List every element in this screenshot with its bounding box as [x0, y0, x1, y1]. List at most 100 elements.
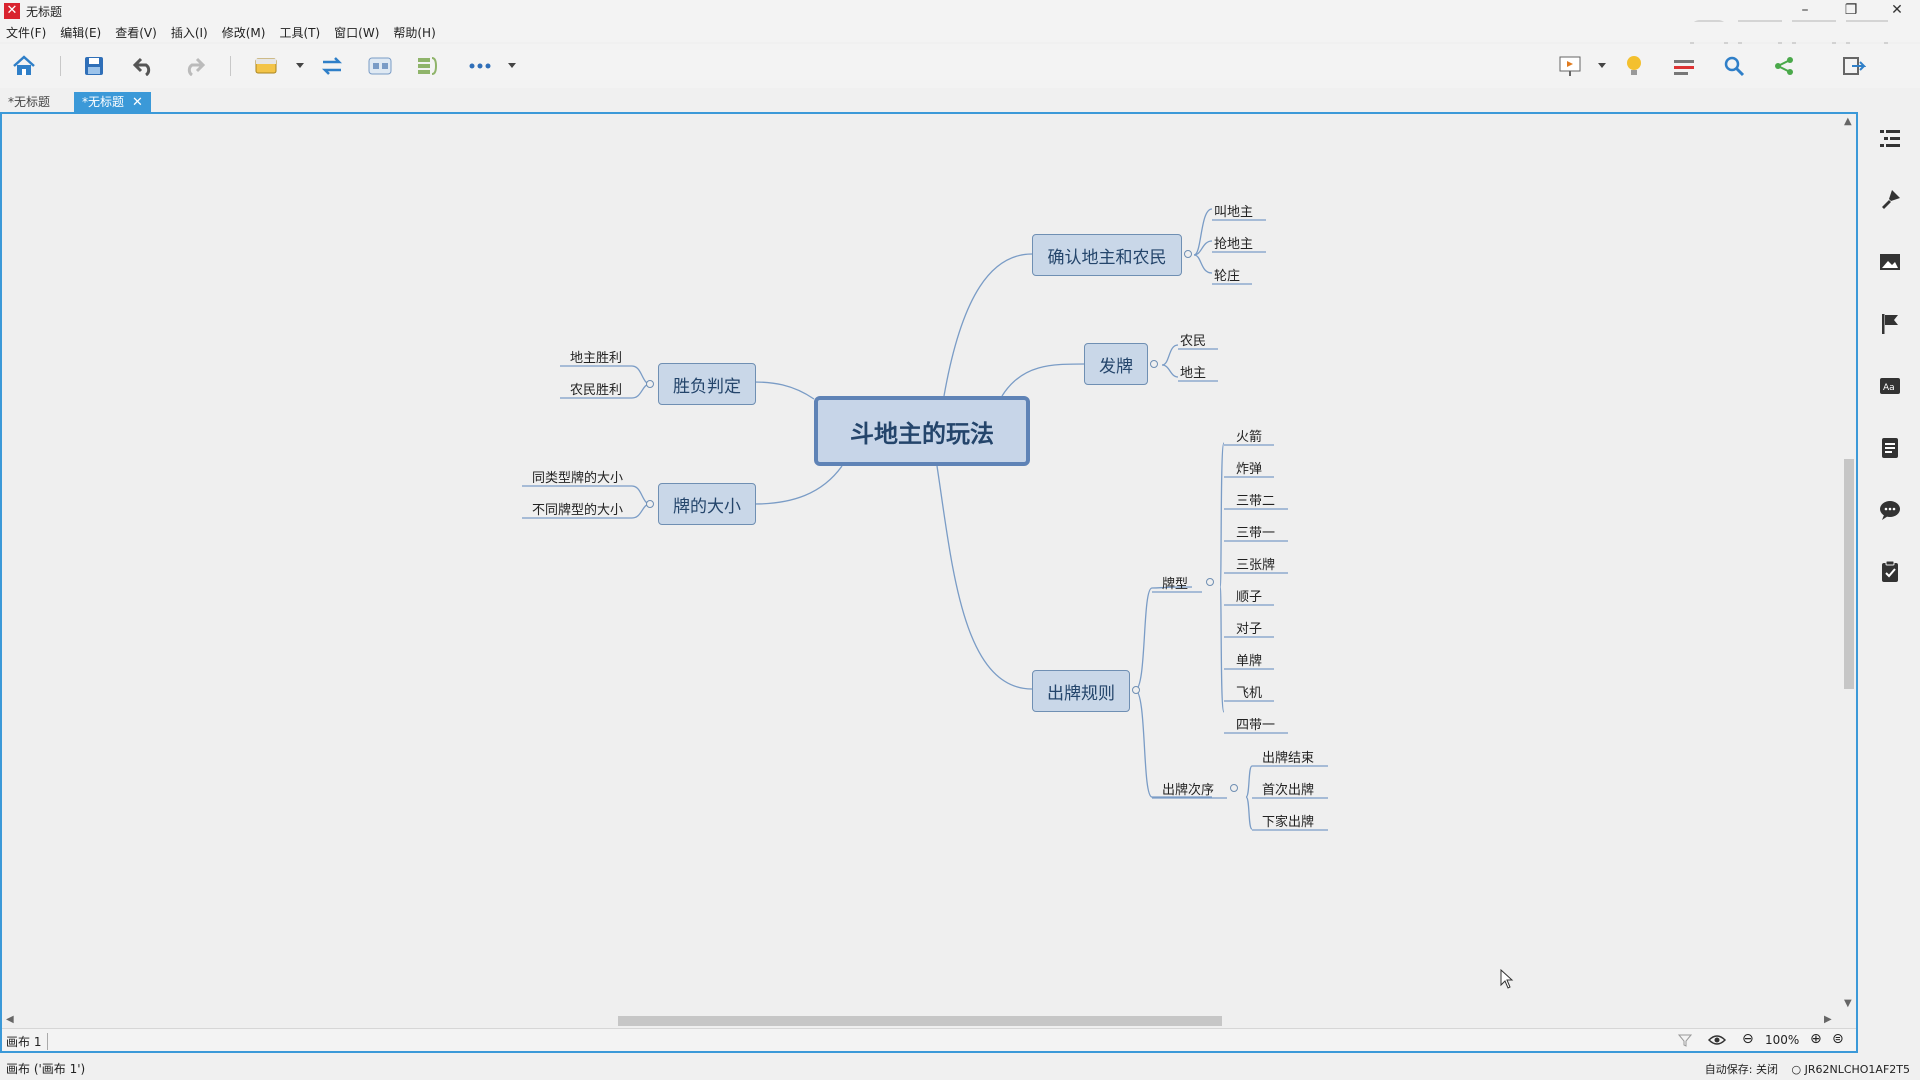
mindmap-connectors	[522, 208, 1328, 831]
zoom-out-icon[interactable]: ⊖	[1742, 1031, 1754, 1047]
vertical-scrollbar[interactable]: ▲ ▼	[1842, 114, 1856, 1012]
outline-list-icon[interactable]	[1878, 126, 1902, 150]
autosave-status[interactable]: 自动保存: 关闭	[1705, 1063, 1778, 1076]
card-type-three-with-two[interactable]: 三带二	[1236, 490, 1275, 509]
topic-icon[interactable]	[252, 52, 280, 80]
outline-view-icon[interactable]	[1670, 52, 1698, 80]
order-first-play[interactable]: 首次出牌	[1262, 779, 1314, 798]
collapse-toggle[interactable]	[1230, 784, 1238, 792]
card-type-single[interactable]: 单牌	[1236, 650, 1262, 669]
scroll-down-arrow-icon[interactable]: ▼	[1844, 998, 1852, 1009]
menu-bar: 文件(F) 编辑(E) 查看(V) 插入(I) 修改(M) 工具(T) 窗口(W…	[0, 22, 1920, 42]
comment-icon[interactable]	[1878, 498, 1902, 522]
menu-insert[interactable]: 插入(I)	[171, 24, 208, 41]
horizontal-scrollbar[interactable]: ◀ ▶	[2, 1012, 1842, 1028]
subtopic-card-types[interactable]: 牌型	[1162, 573, 1188, 592]
subtopic-grab-landlord[interactable]: 抢地主	[1214, 233, 1253, 252]
subtopic-call-landlord[interactable]: 叫地主	[1214, 201, 1253, 220]
scroll-right-arrow-icon[interactable]: ▶	[1824, 1014, 1832, 1025]
sheet-tab[interactable]: 画布 1	[6, 1033, 49, 1050]
tab-untitled-1[interactable]: *无标题	[0, 92, 58, 112]
subtopic-landlord[interactable]: 地主	[1180, 362, 1206, 381]
fit-view-icon[interactable]: ⊜	[1832, 1031, 1844, 1047]
scroll-left-arrow-icon[interactable]: ◀	[6, 1014, 14, 1025]
subtopic-same-type-size[interactable]: 同类型牌的大小	[532, 467, 623, 486]
subtopic-farmer-wins[interactable]: 农民胜利	[570, 379, 622, 398]
menu-window[interactable]: 窗口(W)	[334, 24, 379, 41]
idea-bulb-icon[interactable]	[1620, 52, 1648, 80]
home-icon[interactable]	[10, 52, 38, 80]
order-play-end[interactable]: 出牌结束	[1262, 747, 1314, 766]
subtopic-landlord-wins[interactable]: 地主胜利	[570, 347, 622, 366]
menu-tools[interactable]: 工具(T)	[279, 24, 320, 41]
task-clipboard-icon[interactable]	[1878, 560, 1902, 584]
scroll-up-arrow-icon[interactable]: ▲	[1844, 116, 1852, 127]
tab-untitled-2[interactable]: *无标题 ✕	[74, 92, 151, 112]
topic-card-size[interactable]: 牌的大小	[658, 483, 756, 525]
collapse-toggle[interactable]	[1184, 250, 1192, 258]
collapse-toggle[interactable]	[1150, 360, 1158, 368]
card-type-straight[interactable]: 顺子	[1236, 586, 1262, 605]
summary-icon[interactable]	[414, 52, 442, 80]
subtopic-diff-type-size[interactable]: 不同牌型的大小	[532, 499, 623, 518]
menu-view[interactable]: 查看(V)	[115, 24, 157, 41]
menu-modify[interactable]: 修改(M)	[222, 24, 266, 41]
format-brush-icon[interactable]	[1878, 188, 1902, 212]
menu-help[interactable]: 帮助(H)	[393, 24, 435, 41]
subtopic-play-order[interactable]: 出牌次序	[1162, 779, 1214, 798]
subtopic-rotate-dealer[interactable]: 轮庄	[1214, 265, 1240, 284]
menu-file[interactable]: 文件(F)	[6, 24, 46, 41]
presentation-icon[interactable]	[1556, 52, 1584, 80]
card-type-three-cards[interactable]: 三张牌	[1236, 554, 1275, 573]
collapse-toggle[interactable]	[646, 500, 654, 508]
card-type-three-with-one[interactable]: 三带一	[1236, 522, 1275, 541]
central-topic[interactable]: 斗地主的玩法	[814, 396, 1030, 466]
filter-icon[interactable]	[1677, 1033, 1693, 1050]
mindmap-canvas[interactable]: 斗地主的玩法 确认地主和农民 发牌 出牌规则 胜负判定 牌的大小 叫地主 抢地主…	[2, 114, 1842, 1012]
export-icon[interactable]	[1840, 52, 1868, 80]
collapse-toggle[interactable]	[1206, 578, 1214, 586]
card-type-pair[interactable]: 对子	[1236, 618, 1262, 637]
vertical-scroll-thumb[interactable]	[1844, 459, 1854, 689]
card-type-four-with-one[interactable]: 四带一	[1236, 714, 1275, 733]
topic-deal[interactable]: 发牌	[1084, 343, 1148, 385]
save-icon[interactable]	[80, 52, 108, 80]
order-next-play[interactable]: 下家出牌	[1262, 811, 1314, 830]
right-sidebar: Aa	[1860, 112, 1920, 1053]
share-icon[interactable]	[1770, 52, 1798, 80]
tab-close-icon[interactable]: ✕	[132, 95, 143, 110]
subtopic-farmer[interactable]: 农民	[1180, 330, 1206, 349]
zoom-in-icon[interactable]: ⊕	[1810, 1031, 1822, 1047]
collapse-toggle[interactable]	[646, 380, 654, 388]
topic-win-judgment[interactable]: 胜负判定	[658, 363, 756, 405]
card-type-bomb[interactable]: 炸弹	[1236, 458, 1262, 477]
topic-confirm-landlord[interactable]: 确认地主和农民	[1032, 234, 1182, 276]
card-type-rocket[interactable]: 火箭	[1236, 426, 1262, 445]
boundary-icon[interactable]	[366, 52, 394, 80]
user-id[interactable]: JR62NLCHO1AF2T5	[1805, 1063, 1910, 1076]
notes-icon[interactable]	[1878, 436, 1902, 460]
collapse-toggle[interactable]	[1132, 686, 1140, 694]
search-icon[interactable]	[1720, 52, 1748, 80]
title-bar: ✕ 无标题 – ❐ ✕	[0, 0, 1920, 22]
horizontal-scroll-thumb[interactable]	[618, 1016, 1222, 1026]
toolbar	[0, 44, 1920, 88]
more-icon[interactable]	[466, 52, 494, 80]
undo-icon[interactable]	[130, 52, 158, 80]
card-type-airplane[interactable]: 飞机	[1236, 682, 1262, 701]
status-canvas-info: 画布 ('画布 1')	[6, 1062, 86, 1076]
marker-flag-icon[interactable]	[1878, 312, 1902, 336]
document-tabs: *无标题 *无标题 ✕	[0, 90, 1920, 112]
image-icon[interactable]	[1878, 250, 1902, 274]
app-logo-icon: ✕	[4, 3, 20, 19]
menu-edit[interactable]: 编辑(E)	[60, 24, 101, 41]
sheet-bar: 画布 1 ⊖ 100% ⊕ ⊜	[2, 1028, 1856, 1051]
eye-icon[interactable]	[1707, 1033, 1727, 1050]
redo-icon[interactable]	[180, 52, 208, 80]
status-right: 自动保存: 关闭 ○ JR62NLCHO1AF2T5	[1705, 1061, 1910, 1077]
topic-play-rules[interactable]: 出牌规则	[1032, 670, 1130, 712]
mouse-cursor-icon	[1500, 968, 1514, 992]
relationship-icon[interactable]	[318, 52, 346, 80]
label-icon[interactable]: Aa	[1878, 374, 1902, 398]
account-status-icon: ○	[1791, 1063, 1802, 1076]
